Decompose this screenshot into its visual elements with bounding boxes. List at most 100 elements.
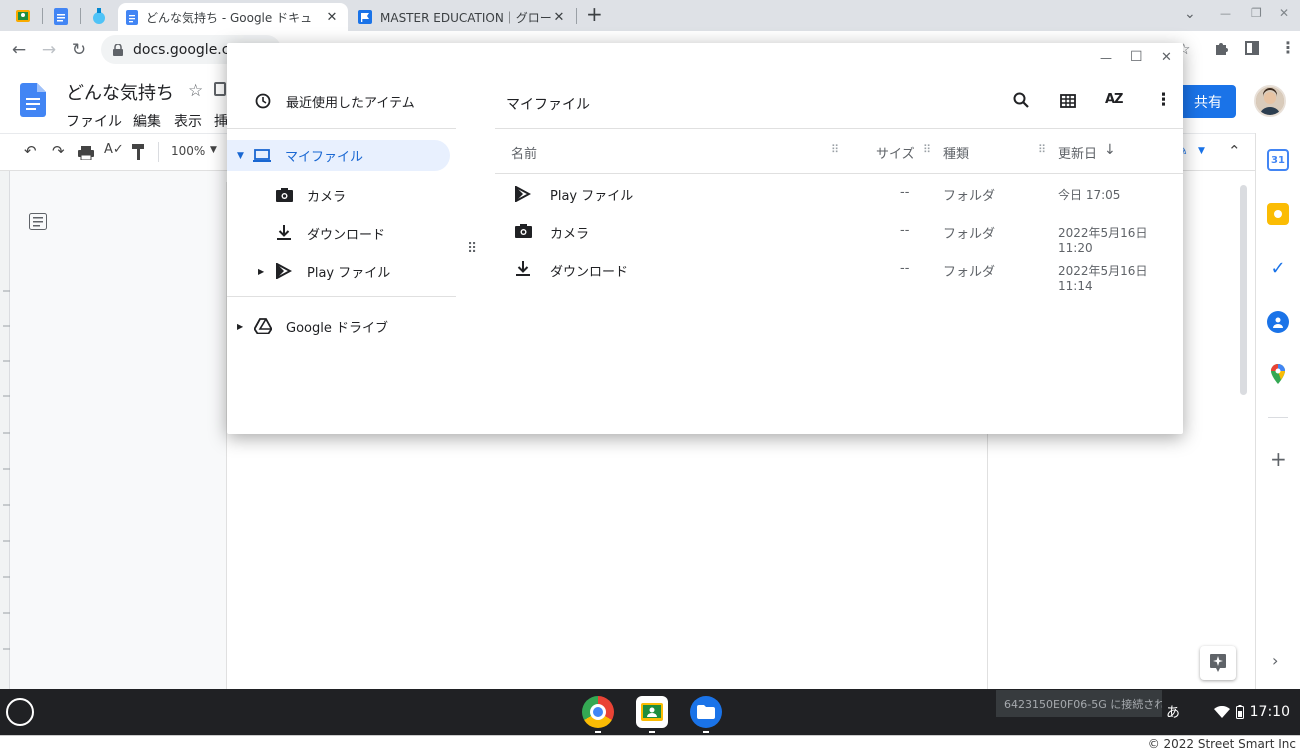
side-panel-icon[interactable] xyxy=(1245,41,1259,55)
paint-format-icon[interactable] xyxy=(132,144,146,164)
zoom-dropdown-icon[interactable]: ▼ xyxy=(210,145,217,155)
more-options-icon[interactable]: ⋮ xyxy=(1155,90,1172,110)
expand-arrow-icon[interactable]: ▶ xyxy=(237,322,252,331)
breadcrumb[interactable]: マイファイル xyxy=(506,94,590,114)
nav-downloads[interactable]: ダウンロード xyxy=(273,217,385,249)
download-icon xyxy=(273,225,295,241)
toolbar-divider xyxy=(158,142,159,162)
pinned-tab-extension[interactable] xyxy=(82,4,116,28)
undo-icon[interactable]: ↶ xyxy=(24,142,37,160)
zoom-select[interactable]: 100% xyxy=(171,144,205,158)
play-icon xyxy=(515,185,532,206)
collapse-menus-icon[interactable]: ⌃ xyxy=(1228,142,1241,160)
nav-downloads-label: ダウンロード xyxy=(307,227,386,243)
close-window-icon[interactable]: ✕ xyxy=(1279,6,1289,20)
nav-recent[interactable]: 最近使用したアイテム xyxy=(252,85,415,117)
column-resize-icon[interactable]: ⠿ xyxy=(831,143,839,156)
minimize-icon[interactable]: — xyxy=(1100,51,1112,65)
menu-edit[interactable]: 編集 xyxy=(133,111,161,131)
explore-button[interactable] xyxy=(1200,646,1236,680)
minimize-window-icon[interactable]: — xyxy=(1220,7,1231,20)
file-size: -- xyxy=(900,185,910,200)
column-modified[interactable]: 更新日 xyxy=(1058,143,1097,162)
calendar-icon[interactable]: 31 xyxy=(1267,149,1289,171)
close-icon[interactable]: ✕ xyxy=(1161,50,1172,65)
nav-play-files[interactable]: ▶ Play ファイル xyxy=(258,255,390,287)
file-row[interactable]: カメラ -- フォルダ 2022年5月16日 11:20 xyxy=(495,212,1183,255)
maximize-icon[interactable]: ☐ xyxy=(1130,49,1143,65)
column-resize-icon[interactable]: ⠿ xyxy=(1038,143,1046,156)
tab-docs-active[interactable]: どんな気持ち - Google ドキュ ✕ xyxy=(118,3,348,31)
column-type[interactable]: 種類 xyxy=(943,143,969,162)
grid-view-icon[interactable] xyxy=(1060,93,1076,112)
print-icon[interactable] xyxy=(78,145,94,164)
keep-icon[interactable] xyxy=(1267,203,1289,225)
forward-icon[interactable]: → xyxy=(34,31,64,69)
file-type: フォルダ xyxy=(943,227,996,242)
show-side-panel-icon[interactable]: › xyxy=(1272,651,1278,670)
file-name: ダウンロード xyxy=(550,265,629,280)
maximize-window-icon[interactable]: ❐ xyxy=(1251,6,1262,20)
column-name[interactable]: 名前 xyxy=(511,143,537,162)
tab-close-icon[interactable]: ✕ xyxy=(324,10,340,25)
outline-icon[interactable] xyxy=(29,213,47,234)
tasks-icon[interactable]: ✓ xyxy=(1267,257,1289,279)
file-row[interactable]: Play ファイル -- フォルダ 今日 17:05 xyxy=(495,174,1183,212)
ime-indicator[interactable]: あ xyxy=(1166,702,1180,722)
star-icon[interactable]: ☆ xyxy=(188,81,203,101)
screen: どんな気持ち - Google ドキュ ✕ MASTER EDUCATION｜グ… xyxy=(0,0,1300,753)
files-app-icon[interactable] xyxy=(690,696,722,728)
menu-view[interactable]: 表示 xyxy=(174,111,202,131)
file-size: -- xyxy=(900,223,910,238)
expand-arrow-icon[interactable]: ▼ xyxy=(237,151,251,161)
expand-arrow-icon[interactable]: ▶ xyxy=(258,267,273,276)
menu-file[interactable]: ファイル xyxy=(66,111,122,131)
network-toast: 6423150E0F06-5G に接続されています xyxy=(996,690,1162,717)
redo-icon[interactable]: ↷ xyxy=(52,142,65,160)
avatar[interactable] xyxy=(1254,85,1286,117)
nav-camera[interactable]: カメラ xyxy=(273,179,346,211)
tab-title: どんな気持ち - Google ドキュ xyxy=(146,10,313,25)
move-folder-icon[interactable] xyxy=(214,82,226,96)
tab-master-education[interactable]: MASTER EDUCATION｜グロー ✕ xyxy=(350,3,575,31)
file-size: -- xyxy=(900,261,910,276)
file-type: フォルダ xyxy=(943,265,996,280)
pinned-tab-docs[interactable] xyxy=(44,4,78,28)
status-area[interactable]: あ 17:10 xyxy=(1160,697,1296,727)
column-resize-icon[interactable]: ⠿ xyxy=(923,143,931,156)
editing-mode-dropdown-icon[interactable]: ▼ xyxy=(1198,146,1205,156)
new-tab-button[interactable]: + xyxy=(586,2,603,26)
sort-descending-icon[interactable]: ↓ xyxy=(1104,142,1116,158)
drive-icon xyxy=(252,318,274,334)
nav-my-files[interactable]: ▼ マイファイル xyxy=(227,140,450,171)
maps-icon[interactable] xyxy=(1267,363,1289,385)
docs-logo-icon[interactable] xyxy=(20,83,46,121)
column-size[interactable]: サイズ xyxy=(876,143,915,162)
browser-menu-icon[interactable]: ⋮ xyxy=(1280,38,1296,57)
lock-icon xyxy=(113,43,123,56)
file-row[interactable]: ダウンロード -- フォルダ 2022年5月16日 11:14 xyxy=(495,250,1183,293)
chrome-app-icon[interactable] xyxy=(582,696,614,728)
reload-icon[interactable]: ↻ xyxy=(64,31,94,69)
get-addons-icon[interactable]: + xyxy=(1270,447,1287,471)
extensions-icon[interactable] xyxy=(1212,39,1230,61)
laptop-icon xyxy=(251,148,273,163)
pinned-tab-classroom[interactable] xyxy=(6,4,40,28)
document-scrollbar[interactable] xyxy=(1240,185,1247,395)
contacts-icon[interactable] xyxy=(1267,311,1289,333)
search-icon[interactable] xyxy=(1013,92,1029,112)
launcher-icon[interactable] xyxy=(6,698,34,726)
share-button[interactable]: 共有 xyxy=(1180,85,1236,118)
tab-close-icon[interactable]: ✕ xyxy=(551,10,567,25)
classroom-app-icon[interactable] xyxy=(636,696,668,728)
menu-insert[interactable]: 挿 xyxy=(214,111,228,131)
document-title[interactable]: どんな気持ち xyxy=(66,79,174,105)
tab-search-icon[interactable]: ⌄ xyxy=(1184,6,1196,22)
copyright-text: © 2022 Street Smart Inc xyxy=(1147,737,1296,751)
nav-my-files-label: マイファイル xyxy=(285,150,364,165)
nav-google-drive[interactable]: ▶ Google ドライブ xyxy=(237,310,388,342)
splitter-handle[interactable]: ⠿ xyxy=(467,242,477,256)
back-icon[interactable]: ← xyxy=(4,31,34,69)
sort-button[interactable]: AZ xyxy=(1105,92,1123,107)
spellcheck-icon[interactable]: A✓ xyxy=(104,142,124,157)
